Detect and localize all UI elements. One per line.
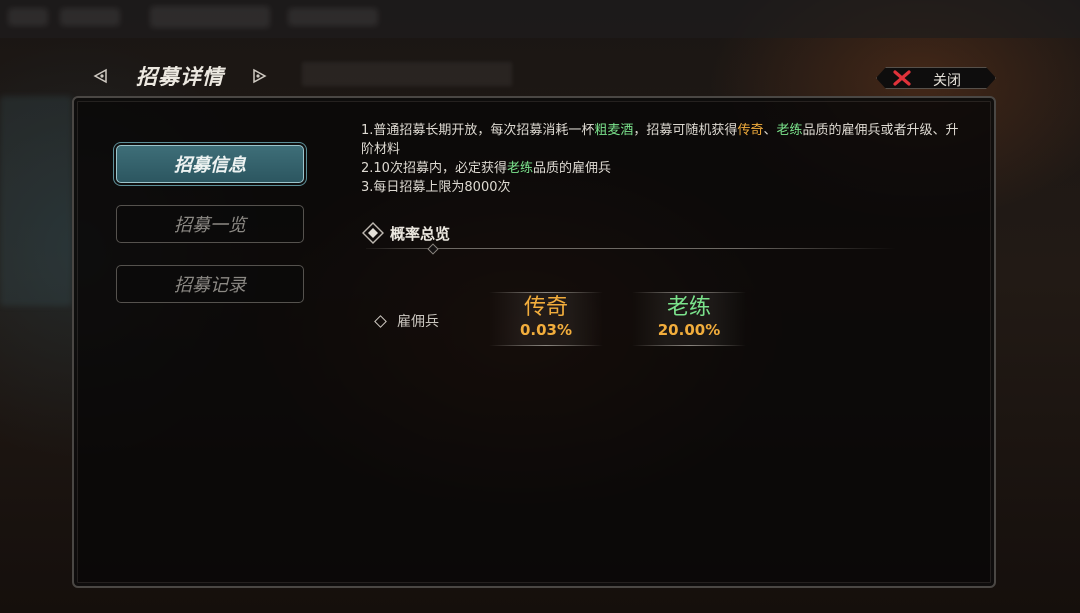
mercenary-row-label: 雇佣兵	[374, 311, 439, 331]
description-line-3: 3.每日招募上限为8000次	[361, 180, 511, 195]
close-icon	[893, 70, 911, 86]
background-blur-element	[8, 8, 48, 26]
recruit-description: 1.普通招募长期开放，每次招募消耗一杯粗麦酒，招募可随机获得传奇、老练品质的雇佣…	[361, 121, 971, 197]
description-line-1: 1.普通招募长期开放，每次招募消耗一杯粗麦酒，招募可随机获得传奇、老练品质的雇佣…	[361, 121, 971, 159]
text: 2.10次招募内，必定获得	[361, 161, 507, 176]
tab-label: 招募信息	[174, 155, 246, 176]
rarity-veteran: 老练	[776, 123, 803, 138]
bullet-diamond-icon	[374, 314, 387, 328]
rarity-legendary: 传奇	[737, 123, 764, 138]
row-label-text: 雇佣兵	[397, 314, 439, 330]
background-blur-element	[288, 8, 378, 26]
section-divider	[366, 248, 896, 249]
rate-card-legendary: 传奇 0.03%	[489, 292, 603, 346]
left-triangle-icon	[93, 68, 107, 84]
probability-section-header: 概率总览	[362, 222, 450, 244]
tab-recruit-overview[interactable]: 招募一览	[116, 205, 304, 243]
rarity-rate: 20.00%	[657, 321, 721, 339]
description-line-2: 2.10次招募内，必定获得老练品质的雇佣兵	[361, 159, 971, 178]
right-triangle-icon	[253, 68, 267, 84]
page-title: 招募详情	[136, 65, 224, 89]
background-blur-element	[302, 62, 512, 86]
item-name: 粗麦酒	[594, 123, 634, 138]
background-blur-element	[60, 8, 120, 26]
rarity-name: 传奇	[523, 295, 568, 320]
tab-label: 招募一览	[174, 215, 246, 236]
tab-label: 招募记录	[174, 275, 246, 296]
close-label: 关闭	[933, 73, 961, 89]
tab-recruit-info[interactable]: 招募信息	[116, 145, 304, 183]
text: 1.普通招募长期开放，每次招募消耗一杯	[361, 123, 595, 138]
game-screen: 招募详情 关闭 招募信息 招募一览 招募记录 1.普通招募长期开放，每次招募消耗…	[0, 0, 1080, 613]
text: ，招募可随机获得	[633, 123, 738, 138]
close-button[interactable]: 关闭	[876, 67, 996, 89]
rate-card-veteran: 老练 20.00%	[632, 292, 746, 346]
tab-recruit-history[interactable]: 招募记录	[116, 265, 304, 303]
text: 、	[763, 123, 777, 138]
diamond-icon	[362, 222, 384, 244]
rarity-rate: 0.03%	[519, 321, 573, 339]
rarity-veteran: 老练	[506, 161, 533, 176]
background-blur-element	[0, 96, 72, 306]
popup-header: 招募详情	[92, 58, 268, 94]
rarity-name: 老练	[666, 295, 711, 320]
text: 品质的雇佣兵	[532, 161, 611, 176]
section-title: 概率总览	[390, 224, 451, 243]
background-blur-element	[150, 6, 270, 28]
